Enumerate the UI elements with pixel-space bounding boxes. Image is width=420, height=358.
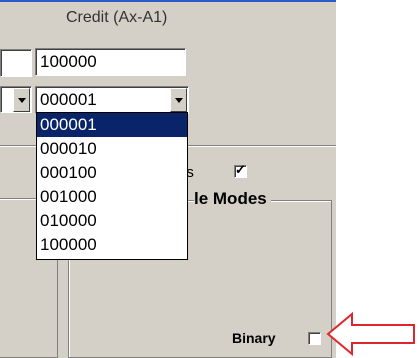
- dropdown-option[interactable]: 000001: [37, 113, 187, 137]
- modes-group-title: le Modes: [194, 189, 271, 209]
- chevron-down-icon: [18, 98, 26, 103]
- left-combo-dropdown-button[interactable]: [13, 88, 30, 112]
- credit-column-label: Credit (Ax-A1): [66, 9, 168, 26]
- credit-input-value: 100000: [40, 52, 97, 71]
- red-arrow-shape: [326, 312, 415, 356]
- option-checkbox[interactable]: ✓: [234, 162, 247, 178]
- credit-combo-dropdown-button[interactable]: [170, 88, 187, 112]
- binary-checkbox[interactable]: [308, 332, 321, 345]
- dropdown-option[interactable]: 010000: [37, 209, 187, 233]
- left-text-field[interactable]: [0, 49, 32, 77]
- binary-label: Binary: [232, 330, 276, 346]
- credit-combo-value: 000001: [40, 90, 97, 109]
- red-arrow-left-icon: [326, 312, 415, 356]
- credit-input[interactable]: 100000: [35, 48, 186, 76]
- dropdown-option[interactable]: 000100: [37, 161, 187, 185]
- checkmark-icon: ✓: [235, 162, 246, 177]
- credit-combo[interactable]: 000001: [35, 86, 189, 114]
- dropdown-option[interactable]: 001000: [37, 185, 187, 209]
- chevron-down-icon: [175, 98, 183, 103]
- left-combo[interactable]: [0, 86, 32, 113]
- credit-dropdown-list[interactable]: 000001 000010 000100 001000 010000 10000…: [36, 112, 188, 260]
- dropdown-option[interactable]: 100000: [37, 233, 187, 257]
- dropdown-option[interactable]: 000010: [37, 137, 187, 161]
